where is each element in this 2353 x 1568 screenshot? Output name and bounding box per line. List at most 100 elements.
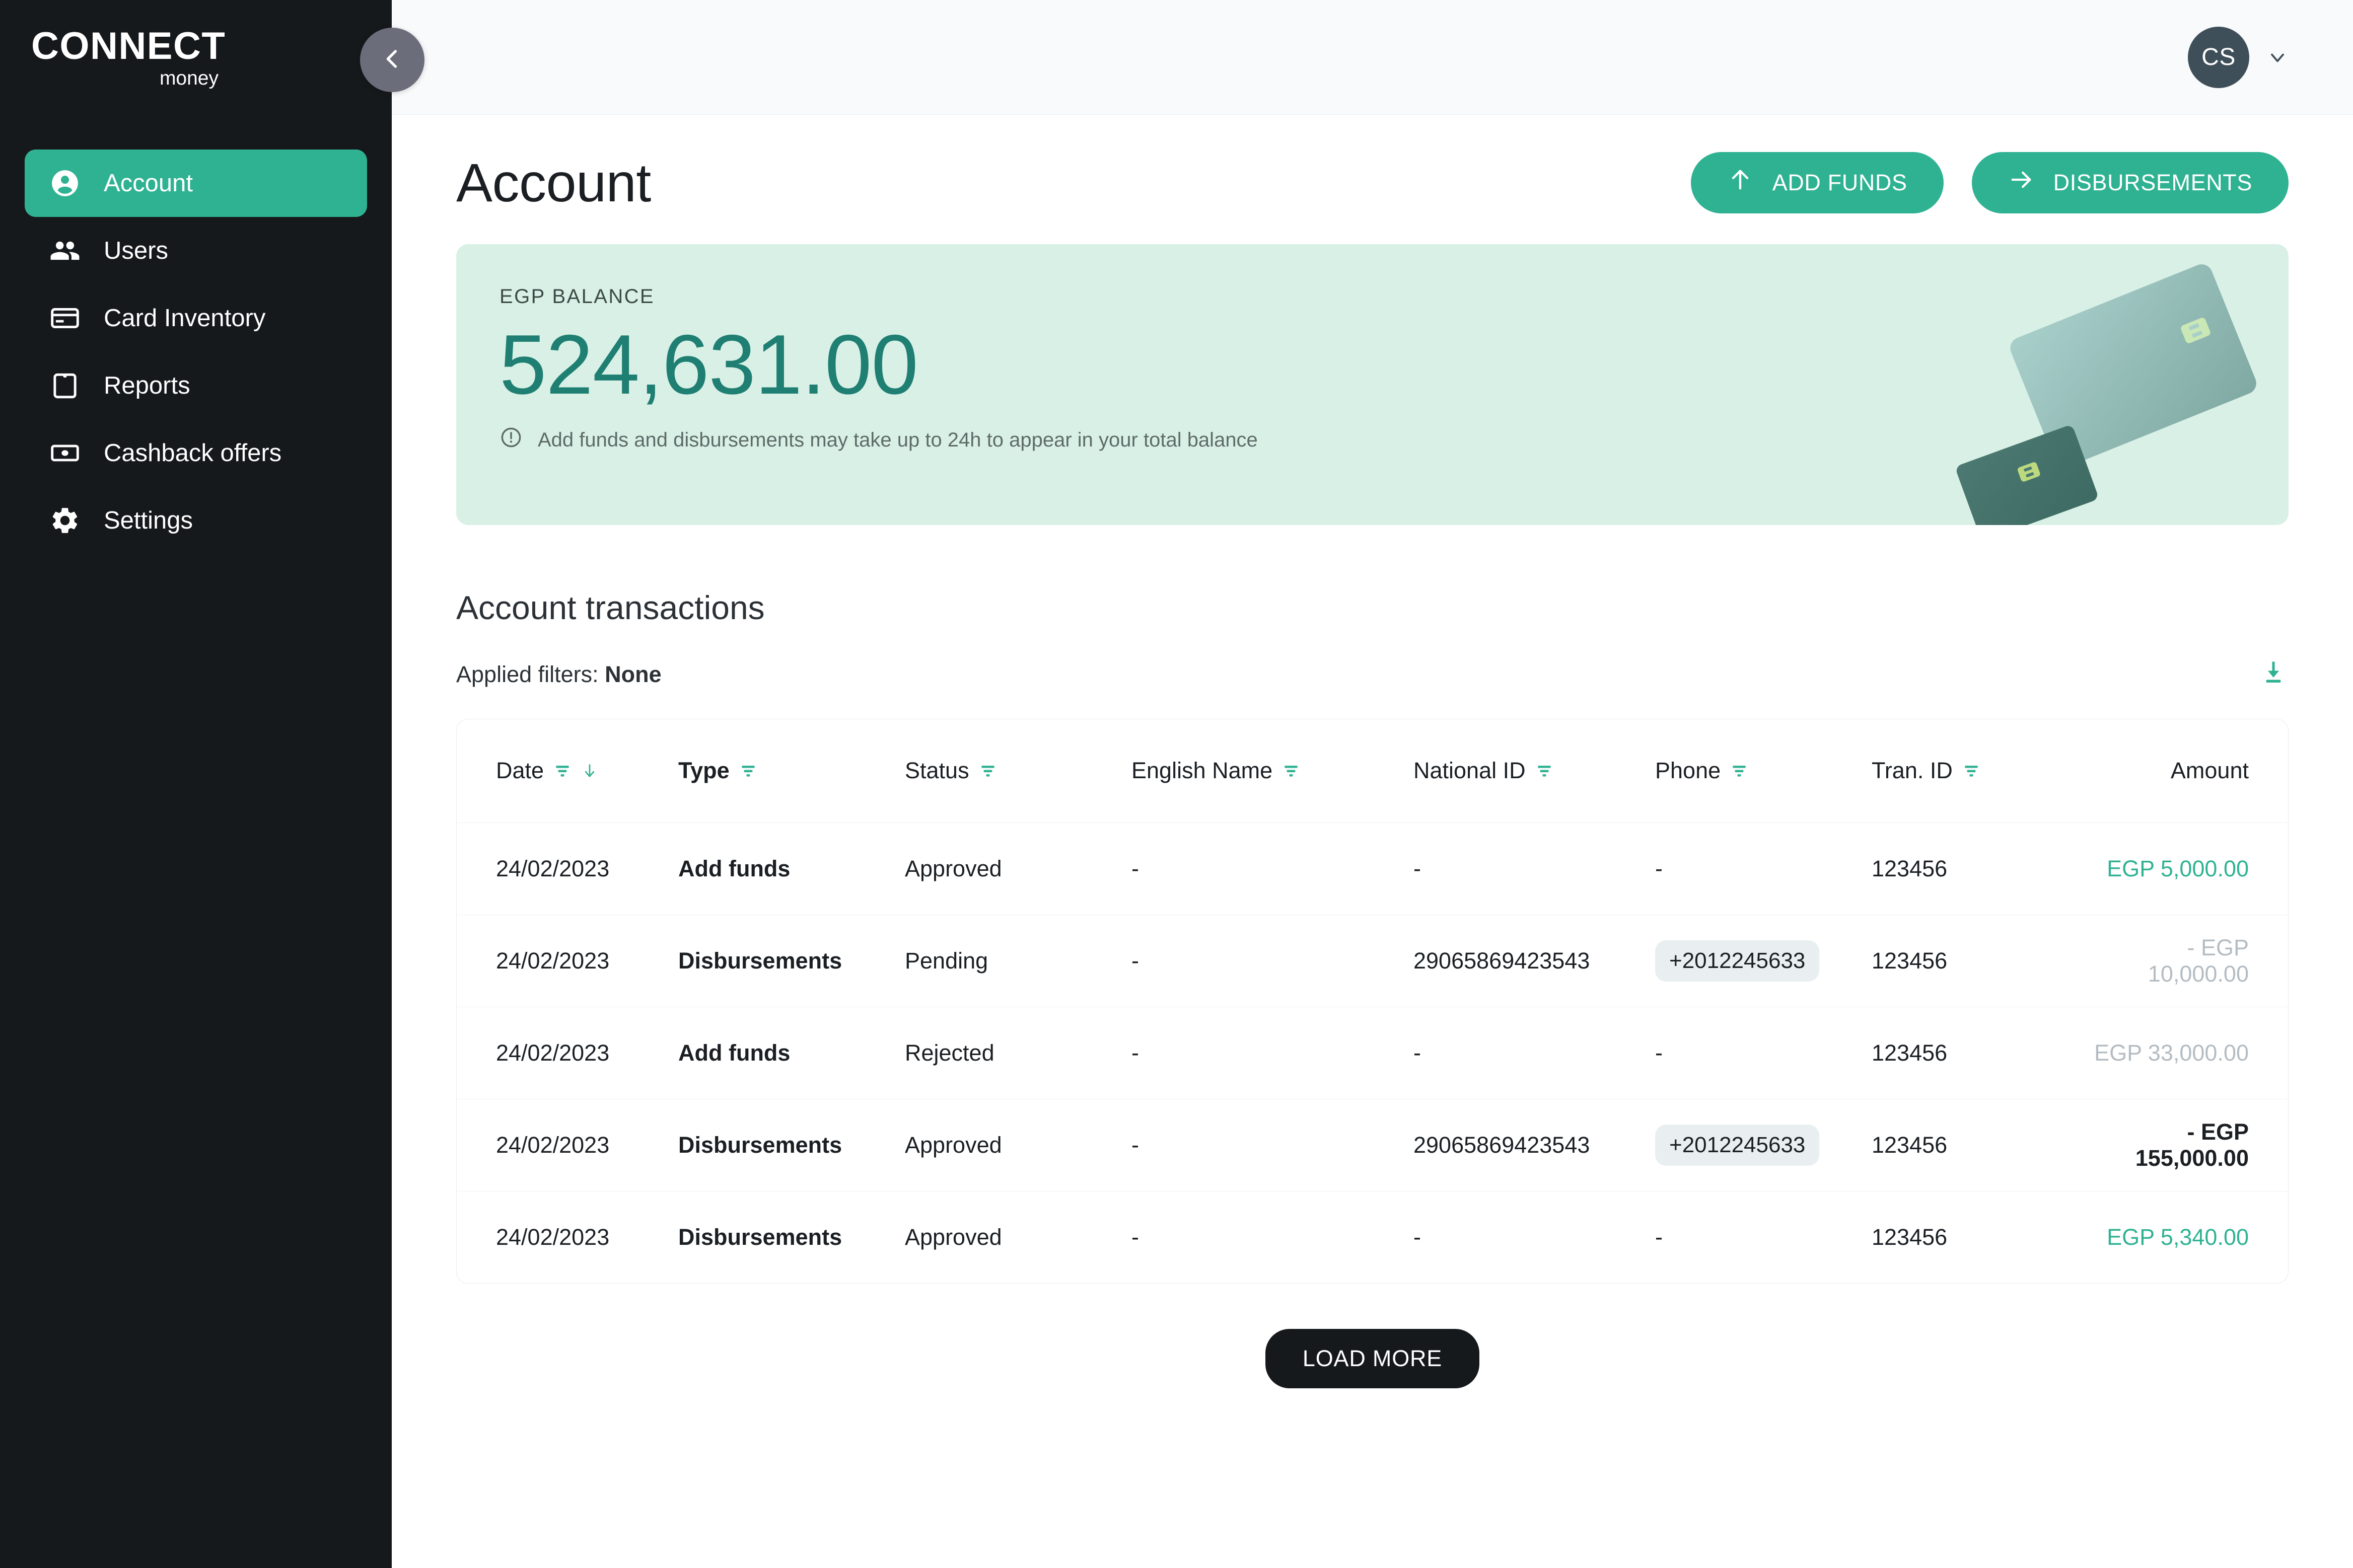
cell-type: Disbursements: [678, 914, 905, 1007]
sidebar-item-card-inventory[interactable]: Card Inventory: [25, 284, 367, 352]
table-row[interactable]: 24/02/2023 Add funds Rejected - - - 1234…: [457, 1006, 2288, 1099]
column-label: Amount: [2170, 758, 2249, 784]
cell-type: Add funds: [678, 1006, 905, 1099]
filters-row: Applied filters: None: [456, 658, 2289, 691]
sidebar-item-cashback-offers[interactable]: Cashback offers: [25, 419, 367, 487]
cell-phone: -: [1655, 1190, 1872, 1283]
applied-filters: Applied filters: None: [456, 661, 662, 688]
page-title: Account: [456, 152, 651, 213]
table-header: Date Type Status English Name National I…: [457, 719, 2288, 823]
credit-card-icon: [49, 303, 81, 334]
chevron-down-icon[interactable]: [2266, 46, 2289, 68]
add-funds-button[interactable]: ADD FUNDS: [1690, 152, 1944, 213]
column-header-type[interactable]: Type: [678, 719, 905, 823]
column-header-amount: Amount: [2088, 719, 2288, 823]
cell-status: Approved: [905, 1190, 1131, 1283]
cell-tran-id: 123456: [1872, 1098, 2088, 1191]
top-bar: CS: [392, 0, 2353, 115]
balance-note: Add funds and disbursements may take up …: [500, 426, 2289, 454]
gear-icon: [49, 505, 81, 536]
sidebar-item-label: Settings: [104, 507, 193, 534]
column-label: Type: [678, 758, 730, 784]
cell-english-name: -: [1131, 822, 1413, 915]
cell-phone: +2012245633: [1655, 1098, 1872, 1191]
table-row[interactable]: 24/02/2023 Disbursements Pending - 29065…: [457, 914, 2288, 1007]
table-header-row: Date Type Status English Name National I…: [457, 719, 2288, 823]
load-more-button[interactable]: LOAD MORE: [1265, 1329, 1480, 1388]
table-row[interactable]: 24/02/2023 Add funds Approved - - - 1234…: [457, 822, 2288, 915]
column-header-national-id[interactable]: National ID: [1413, 719, 1655, 823]
transactions-section-title: Account transactions: [456, 589, 765, 626]
cell-date: 24/02/2023: [457, 1190, 678, 1283]
table-row[interactable]: 24/02/2023 Disbursements Approved - 2906…: [457, 1098, 2288, 1191]
sort-descending-icon: [585, 764, 595, 777]
phone-badge: +2012245633: [1655, 940, 1820, 982]
table-body: 24/02/2023 Add funds Approved - - - 1234…: [457, 822, 2288, 1283]
cell-date: 24/02/2023: [457, 914, 678, 1007]
filter-icon: [741, 766, 755, 777]
cell-tran-id: 123456: [1872, 1190, 2088, 1283]
transactions-table: Date Type Status English Name National I…: [456, 719, 2289, 1284]
cell-national-id: -: [1413, 1190, 1655, 1283]
cell-type: Disbursements: [678, 1098, 905, 1191]
column-label: English Name: [1131, 758, 1273, 784]
sidebar-item-label: Account: [104, 170, 193, 197]
column-header-tran-id[interactable]: Tran. ID: [1872, 719, 2088, 823]
filter-icon: [1965, 766, 1978, 777]
column-header-phone[interactable]: Phone: [1655, 719, 1872, 823]
sidebar-item-reports[interactable]: Reports: [25, 352, 367, 419]
cell-tran-id: 123456: [1872, 822, 2088, 915]
sidebar-item-label: Cashback offers: [104, 439, 282, 467]
column-header-english-name[interactable]: English Name: [1131, 719, 1413, 823]
applied-filters-label: Applied filters:: [456, 661, 599, 687]
cell-national-id: -: [1413, 822, 1655, 915]
add-funds-label: ADD FUNDS: [1772, 169, 1907, 195]
sidebar-collapse-button[interactable]: [360, 28, 424, 92]
cell-amount: EGP 33,000.00: [2088, 1006, 2288, 1099]
sidebar-item-settings[interactable]: Settings: [25, 487, 367, 554]
main-content: CS Account ADD FUNDS DISBURSEMENTS EGP B…: [392, 0, 2353, 1568]
clipboard-icon: [49, 370, 81, 401]
cell-date: 24/02/2023: [457, 1098, 678, 1191]
cell-date: 24/02/2023: [457, 1006, 678, 1099]
sidebar-nav: Account Users Card Inventory Reports Cas…: [0, 150, 392, 554]
cell-status: Approved: [905, 1098, 1131, 1191]
cell-phone: -: [1655, 1006, 1872, 1099]
cell-english-name: -: [1131, 1190, 1413, 1283]
load-more-row: LOAD MORE: [456, 1329, 2289, 1388]
download-icon[interactable]: [2258, 658, 2289, 691]
disbursements-button[interactable]: DISBURSEMENTS: [1971, 152, 2289, 213]
column-label: Status: [905, 758, 969, 784]
content-area: Account ADD FUNDS DISBURSEMENTS EGP BALA…: [392, 115, 2353, 1388]
cell-national-id: 29065869423543: [1413, 1098, 1655, 1191]
filter-icon: [556, 766, 569, 777]
phone-badge: +2012245633: [1655, 1124, 1820, 1166]
balance-card: EGP BALANCE 524,631.00 Add funds and dis…: [456, 244, 2289, 525]
sidebar-item-label: Users: [104, 237, 168, 264]
page-actions: ADD FUNDS DISBURSEMENTS: [1690, 152, 2289, 213]
people-icon: [49, 235, 81, 266]
sidebar-item-account[interactable]: Account: [25, 150, 367, 217]
column-header-date[interactable]: Date: [457, 719, 678, 823]
cell-phone: +2012245633: [1655, 914, 1872, 1007]
cell-amount: - EGP 155,000.00: [2088, 1098, 2288, 1191]
cell-english-name: -: [1131, 914, 1413, 1007]
sidebar-item-label: Card Inventory: [104, 305, 266, 332]
alert-circle-icon: [500, 426, 523, 454]
cell-tran-id: 123456: [1872, 1006, 2088, 1099]
filter-icon: [981, 766, 994, 777]
brand-logo: CONNECT money: [0, 25, 392, 89]
account-circle-icon: [49, 168, 81, 199]
sidebar-item-label: Reports: [104, 372, 190, 399]
user-menu[interactable]: CS: [2188, 26, 2289, 88]
cell-national-id: 29065869423543: [1413, 914, 1655, 1007]
balance-label: EGP BALANCE: [500, 285, 655, 308]
brand-name: CONNECT: [31, 25, 226, 67]
sidebar-item-users[interactable]: Users: [25, 217, 367, 284]
sidebar: CONNECT money Account Users Card Invento…: [0, 0, 424, 1568]
app-root: CONNECT money Account Users Card Invento…: [0, 0, 2353, 1568]
table-row[interactable]: 24/02/2023 Disbursements Approved - - - …: [457, 1190, 2288, 1283]
disbursements-label: DISBURSEMENTS: [2053, 169, 2252, 195]
column-header-status[interactable]: Status: [905, 719, 1131, 823]
column-label: National ID: [1413, 758, 1526, 784]
